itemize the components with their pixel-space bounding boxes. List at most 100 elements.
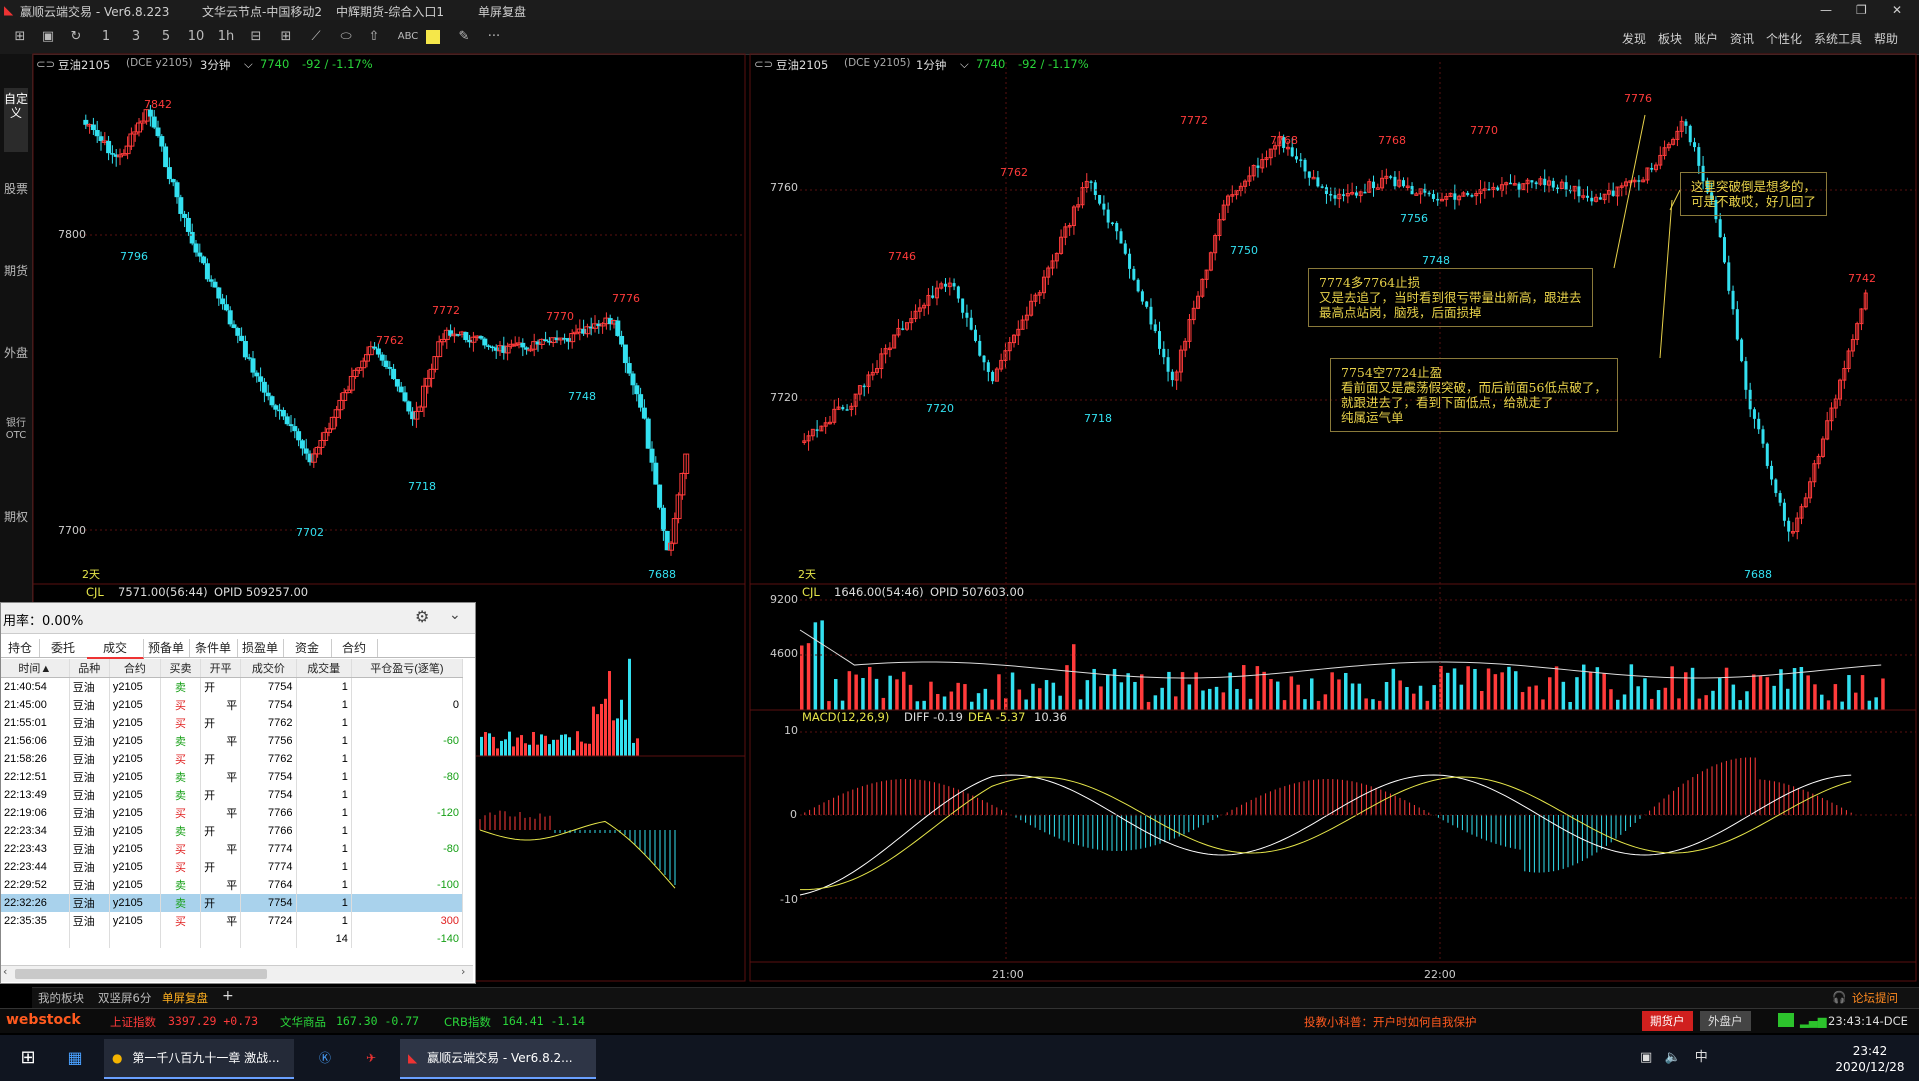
table-cell: 开	[200, 786, 242, 804]
gear-icon[interactable]: ⚙	[415, 607, 429, 626]
left-period-select[interactable]: 3分钟	[200, 57, 230, 73]
candle-body	[1782, 502, 1786, 521]
file-explorer-icon[interactable]: ▦	[60, 1039, 90, 1077]
table-cell: 21:56:06	[1, 732, 70, 750]
volume-icon[interactable]: 🔈	[1664, 1050, 1680, 1065]
right-vol-y-2: 4600	[770, 647, 798, 660]
link-icon[interactable]: ⊂⊃	[754, 57, 773, 71]
column-header[interactable]: 合约	[109, 659, 161, 678]
volume-bar	[1432, 685, 1436, 710]
column-header[interactable]: 品种	[69, 659, 110, 678]
table-cell: 1	[296, 840, 352, 858]
scroll-right-icon[interactable]: ›	[461, 965, 465, 978]
table-cell: 7774	[240, 858, 297, 876]
column-header[interactable]: 成交价	[240, 659, 297, 678]
table-cell: y2105	[109, 804, 161, 822]
trade-window-titlebar: 用率：0.00% ⚙ ⌄	[1, 603, 475, 634]
futures-account-button[interactable]: 期货户	[1642, 1011, 1693, 1031]
tab-stop-profit[interactable]: 损盈单	[237, 639, 284, 657]
tab-dual-screen[interactable]: 双竖屏6分	[98, 990, 151, 1006]
scrollbar-thumb[interactable]	[15, 969, 267, 979]
tab-single-replay[interactable]: 单屏复盘	[162, 990, 208, 1006]
trading-app-icon[interactable]: ✈	[356, 1039, 386, 1077]
tab-fills[interactable]: 成交	[87, 639, 144, 659]
table-row[interactable]: 22:23:34 豆油 y2105 卖开 7766 1	[1, 822, 464, 840]
column-header[interactable]: 平仓盈亏(逐笔)	[351, 659, 464, 678]
volume-bar	[1044, 680, 1049, 710]
tab-prepared[interactable]: 预备单	[143, 639, 190, 657]
index-sse-name[interactable]: 上证指数	[110, 1014, 156, 1030]
volume-bar	[1344, 672, 1348, 710]
kuaiwan-icon[interactable]: Ⓚ	[310, 1039, 340, 1077]
column-header[interactable]: 买卖	[160, 659, 202, 678]
tab-my-sectors[interactable]: 我的板块	[38, 990, 84, 1006]
annotation-breakout[interactable]: 这里突破倒是想多的， 可是不敢哎，好几回了	[1680, 172, 1828, 216]
right-symbol[interactable]: 豆油2105	[776, 57, 828, 73]
taskbar-trading-app[interactable]: ◣ 赢顺云端交易 - Ver6.8.2...	[400, 1039, 596, 1079]
candle-body	[1757, 418, 1761, 430]
column-header[interactable]: 开平	[200, 659, 242, 678]
table-cell: 卖	[160, 732, 202, 750]
table-row[interactable]: 21:58:26 豆油 y2105 买开 7762 1	[1, 750, 464, 768]
candle-body	[969, 317, 973, 330]
add-tab-icon[interactable]: +	[222, 988, 234, 1004]
volume-bar	[1276, 681, 1280, 710]
table-row[interactable]: 21:56:06 豆油 y2105 卖平 7756 1 -60	[1, 732, 464, 750]
candle-body	[288, 424, 294, 427]
left-symbol[interactable]: 豆油2105	[58, 57, 110, 73]
candle-body	[239, 335, 245, 341]
chevron-down-icon[interactable]: ⌵	[960, 57, 969, 72]
annotation-long-stop[interactable]: 7774多7764止损 又是去追了，当时看到很亏带量出新高，跟进去 最高点站岗，…	[1308, 268, 1593, 327]
horizontal-scrollbar[interactable]: ‹ ›	[1, 965, 473, 982]
right-period-select[interactable]: 1分钟	[916, 57, 946, 73]
volume-bar	[636, 738, 639, 756]
table-row[interactable]: 22:23:44 豆油 y2105 买开 7774 1	[1, 858, 464, 876]
candle-body	[284, 416, 290, 425]
table-row[interactable]: 22:13:49 豆油 y2105 卖开 7754 1	[1, 786, 464, 804]
left-kline-plot[interactable]	[83, 104, 690, 556]
tab-contracts[interactable]: 合约	[331, 639, 378, 657]
volume-bar	[1153, 695, 1158, 710]
table-cell: y2105	[109, 786, 161, 804]
forum-link[interactable]: 论坛提问	[1852, 990, 1898, 1006]
index-crb-name[interactable]: CRB指数	[444, 1014, 491, 1030]
volume-bar	[1242, 665, 1246, 710]
table-row[interactable]: 22:19:06 豆油 y2105 买平 7766 1 -120	[1, 804, 464, 822]
index-wh-name[interactable]: 文华商品	[280, 1014, 326, 1030]
table-row[interactable]: 22:23:43 豆油 y2105 买平 7774 1 -80	[1, 840, 464, 858]
taskbar-browser[interactable]: ● 第一千八百九十一章 激战...	[104, 1039, 294, 1079]
column-header[interactable]: 时间▲	[1, 659, 70, 678]
tab-orders[interactable]: 委托	[39, 639, 88, 657]
column-header[interactable]: 成交量	[296, 659, 352, 678]
table-row[interactable]: 22:32:26 豆油 y2105 卖开 7754 1	[1, 894, 464, 912]
table-cell: 豆油	[69, 894, 110, 912]
right-vol-label[interactable]: CJL	[802, 585, 820, 599]
windows-start-icon[interactable]: ⊞	[8, 1039, 48, 1077]
tab-position[interactable]: 持仓	[1, 639, 40, 657]
table-cell: 1	[296, 822, 352, 840]
clock[interactable]: 23:42 2020/12/28	[1830, 1039, 1910, 1077]
link-icon[interactable]: ⊂⊃	[36, 57, 55, 71]
tab-funds[interactable]: 资金	[283, 639, 332, 657]
volume-bar	[1466, 666, 1470, 710]
candle-body	[375, 348, 381, 355]
left-vol-label[interactable]: CJL	[86, 585, 104, 599]
scroll-left-icon[interactable]: ‹	[3, 965, 7, 978]
macd-label[interactable]: MACD(12,26,9)	[802, 710, 889, 724]
table-row[interactable]: 21:55:01 豆油 y2105 买开 7762 1	[1, 714, 464, 732]
annotation-short-profit[interactable]: 7754空7724止盈 看前面又是震荡假突破，而后前面56低点破了， 就跟进去了…	[1330, 358, 1618, 432]
collapse-icon[interactable]: ⌄	[449, 607, 461, 623]
table-row[interactable]: 22:35:35 豆油 y2105 买平 7724 1 300	[1, 912, 464, 930]
table-row[interactable]: 21:40:54 豆油 y2105 卖开 7754 1	[1, 677, 464, 696]
chevron-down-icon[interactable]: ⌵	[244, 57, 253, 72]
tab-conditional[interactable]: 条件单	[189, 639, 238, 657]
table-row[interactable]: 22:29:52 豆油 y2105 卖平 7764 1 -100	[1, 876, 464, 894]
news-ticker[interactable]: 投教小科普：开户时如何自我保护	[1304, 1014, 1477, 1030]
headset-icon[interactable]: 🎧	[1832, 990, 1846, 1004]
ime-indicator[interactable]: 中	[1695, 1050, 1708, 1065]
foreign-account-button[interactable]: 外盘户	[1700, 1011, 1751, 1031]
table-row[interactable]: 21:45:00 豆油 y2105 买平 7754 1 0	[1, 696, 464, 714]
network-icon[interactable]: ▣	[1640, 1050, 1652, 1065]
table-row[interactable]: 22:12:51 豆油 y2105 卖平 7754 1 -80	[1, 768, 464, 786]
candle-body	[815, 429, 819, 431]
